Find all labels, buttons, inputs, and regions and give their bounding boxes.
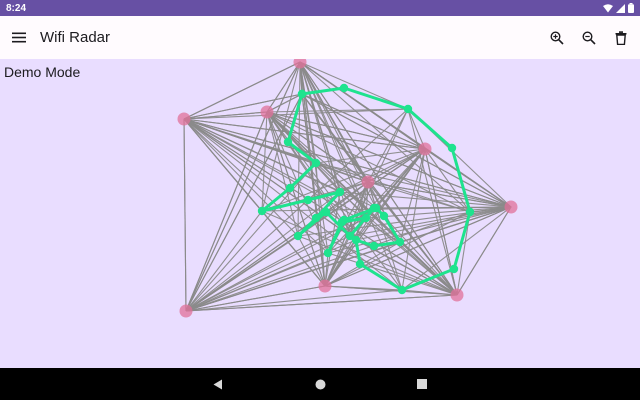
path-node bbox=[361, 213, 371, 223]
path-node bbox=[345, 231, 355, 241]
app-bar: Wifi Radar bbox=[0, 16, 640, 59]
path-node bbox=[311, 158, 321, 168]
path-node bbox=[297, 89, 307, 99]
status-time: 8:24 bbox=[6, 2, 27, 14]
recents-button[interactable] bbox=[414, 376, 430, 392]
path-node bbox=[283, 137, 293, 147]
path-node bbox=[379, 211, 389, 221]
mesh-edge bbox=[185, 211, 471, 312]
menu-button[interactable] bbox=[3, 22, 35, 54]
path-node bbox=[369, 203, 379, 213]
path-node bbox=[293, 231, 303, 241]
anchor-node bbox=[179, 304, 193, 318]
path-node bbox=[337, 217, 347, 227]
mesh-edge bbox=[183, 118, 187, 312]
path-node bbox=[395, 237, 405, 247]
back-icon bbox=[213, 379, 222, 389]
anchor-node bbox=[293, 59, 307, 69]
path-node bbox=[303, 195, 313, 205]
path-node bbox=[335, 187, 345, 197]
radar-graph-canvas[interactable] bbox=[0, 59, 640, 368]
delete-button[interactable] bbox=[605, 22, 637, 54]
path-node bbox=[339, 83, 349, 93]
menu-icon bbox=[12, 32, 26, 43]
path-node bbox=[369, 241, 379, 251]
zoom-in-icon bbox=[550, 30, 564, 45]
path-node bbox=[355, 259, 365, 269]
home-button[interactable] bbox=[312, 376, 328, 392]
zoom-out-button[interactable] bbox=[573, 22, 605, 54]
delete-icon bbox=[615, 30, 627, 45]
home-icon bbox=[315, 379, 325, 389]
path-node bbox=[321, 207, 331, 217]
path-node bbox=[449, 264, 459, 274]
app-screen: 8:24 Wifi Radar Demo Mode bbox=[0, 0, 640, 400]
status-icons bbox=[603, 3, 634, 13]
navigation-bar bbox=[0, 368, 640, 400]
mode-label: Demo Mode bbox=[4, 64, 81, 80]
zoom-out-icon bbox=[582, 30, 596, 45]
mesh-edge bbox=[183, 118, 369, 183]
mesh-edge bbox=[183, 61, 301, 120]
mesh-edge bbox=[183, 93, 303, 120]
path-node bbox=[311, 213, 321, 223]
anchor-node bbox=[504, 200, 518, 214]
recents-icon bbox=[417, 379, 427, 389]
anchor-node bbox=[177, 112, 191, 126]
anchor-node bbox=[418, 142, 432, 156]
app-title: Wifi Radar bbox=[40, 29, 111, 46]
mesh-edge bbox=[301, 93, 426, 150]
app-bar-actions bbox=[541, 22, 637, 54]
path-node bbox=[285, 183, 295, 193]
path-node bbox=[447, 143, 457, 153]
anchor-node bbox=[318, 279, 332, 293]
mesh-edge bbox=[456, 206, 512, 296]
path-node bbox=[465, 207, 475, 217]
path-node bbox=[323, 248, 333, 258]
zoom-in-button[interactable] bbox=[541, 22, 573, 54]
path-node bbox=[403, 104, 413, 114]
battery-icon bbox=[628, 3, 634, 13]
status-bar: 8:24 bbox=[0, 0, 640, 16]
mesh-edge bbox=[185, 61, 301, 312]
wifi-icon bbox=[603, 3, 613, 12]
back-button[interactable] bbox=[210, 376, 226, 392]
anchor-node bbox=[361, 175, 375, 189]
cell-signal-icon bbox=[616, 3, 625, 13]
path-node bbox=[257, 206, 267, 216]
path-node bbox=[397, 285, 407, 295]
anchor-node bbox=[450, 288, 464, 302]
anchor-node bbox=[260, 105, 274, 119]
mesh-edge bbox=[185, 252, 329, 312]
